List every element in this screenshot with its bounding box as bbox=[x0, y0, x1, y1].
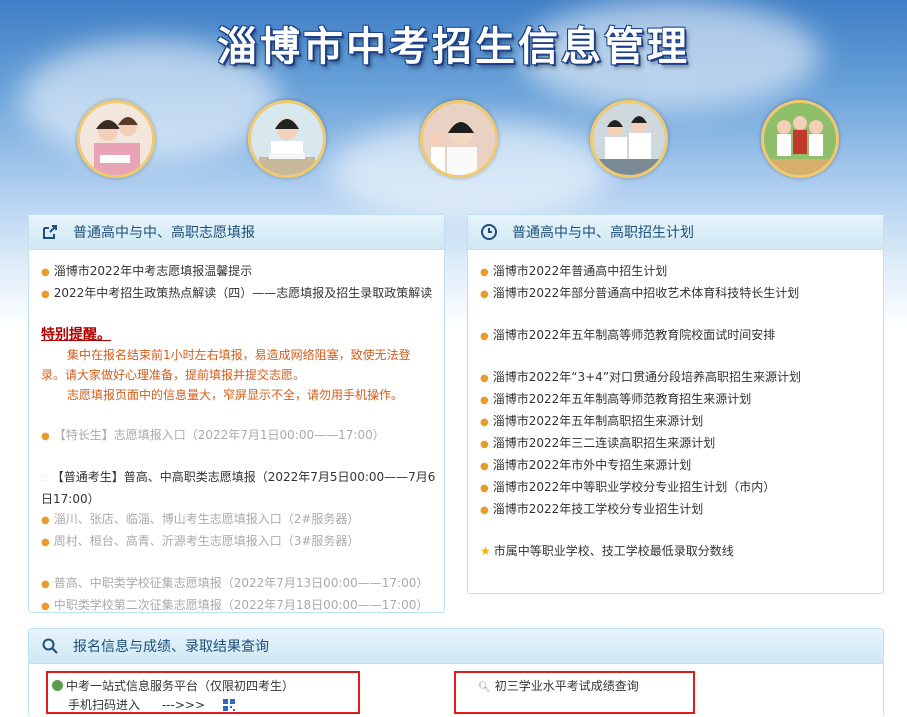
score-line-link[interactable]: ★ 市属中等职业学校、技工学校最低录取分数线 bbox=[480, 541, 871, 561]
list-item[interactable]: ● 淄博市2022年三二连读高职招生来源计划 bbox=[480, 433, 871, 455]
left-list: ● 淄博市2022年中考志愿填报温馨提示 ● 2022年中考招生政策热点解读（四）—… bbox=[41, 261, 436, 617]
student-photo-5 bbox=[761, 100, 839, 178]
list-item[interactable]: ● 淄博市2022年中等职业学校分专业招生计划（市内） bbox=[480, 477, 871, 499]
normal-entry-heading: :: 【普通考生】普高、中高职类志愿填报（2022年7月5日00:00——7月6 bbox=[41, 470, 436, 484]
list-item[interactable]: ● 淄博市2022年普通高中招生计划 bbox=[480, 261, 871, 283]
collect-link-1[interactable]: ● 普高、中职类学校征集志愿填报（2022年7月13日00:00——17:00） bbox=[41, 573, 432, 595]
platform-link[interactable]: 中考一站式信息服务平台（仅限初四考生） bbox=[52, 677, 294, 695]
enrollment-plan-panel: 普通高中与中、高职招生计划 ● 淄博市2022年普通高中招生计划 ● 淄博市2022… bbox=[467, 214, 884, 594]
list-item[interactable]: ● 淄博市2022年技工学校分专业招生计划 bbox=[480, 499, 871, 521]
list-item[interactable]: ● 2022年中考招生政策热点解读（四）——志愿填报及招生录取政策解读 bbox=[41, 283, 432, 305]
panel-header: 报名信息与成绩、录取结果查询 bbox=[29, 629, 883, 664]
page-title: 淄博市中考招生信息管理 bbox=[217, 23, 690, 70]
list-item[interactable]: ● 淄博市2022年中考志愿填报温馨提示 bbox=[41, 261, 432, 283]
clock-icon bbox=[480, 223, 498, 241]
list-item[interactable]: ● 淄博市2022年五年制高等师范教育院校面试时间安排 bbox=[480, 325, 871, 347]
student-photo-4 bbox=[590, 100, 668, 178]
list-item[interactable]: ● 淄博市2022年“3+4”对口贯通分段培养高职招生来源计划 bbox=[480, 367, 871, 389]
mobile-entry: 手机扫码进入 --->>> bbox=[68, 696, 235, 716]
notice-title: 特别提醒。 bbox=[41, 327, 111, 343]
student-photo-1 bbox=[77, 100, 155, 178]
collect-link-2[interactable]: ● 中职类学校第二次征集志愿填报（2022年7月18日00:00——17:00） bbox=[41, 595, 432, 617]
list-item[interactable]: ● 淄博市2022年市外中专招生来源计划 bbox=[480, 455, 871, 477]
notice-text: 集中在报名结束前1小时左右填报，易造成网络阻塞，致使无法登 bbox=[67, 348, 411, 362]
panel-title: 普通高中与中、高职志愿填报 bbox=[73, 225, 255, 241]
list-item[interactable]: ● 淄博市2022年五年制高等师范教育招生来源计划 bbox=[480, 389, 871, 411]
search-icon bbox=[41, 637, 59, 655]
list-item[interactable]: ● 淄博市2022年五年制高职招生来源计划 bbox=[480, 411, 871, 433]
panel-header: 普通高中与中、高职志愿填报 bbox=[29, 215, 444, 250]
list-item[interactable]: ● 淄博市2022年部分普通高中招收艺术体育科技特长生计划 bbox=[480, 283, 871, 305]
special-entry-link[interactable]: ● 【特长生】志愿填报入口（2022年7月1日00:00——17:00） bbox=[41, 425, 432, 447]
panel-header: 普通高中与中、高职招生计划 bbox=[468, 215, 883, 250]
panel-title: 报名信息与成绩、录取结果查询 bbox=[73, 639, 269, 655]
entry-link-server-3[interactable]: ● 周村、桓台、高青、沂源考生志愿填报入口（3#服务器） bbox=[41, 531, 432, 553]
student-photo-3 bbox=[420, 100, 498, 178]
notice-text: 录。请大家做好心理准备，提前填报并提交志愿。 bbox=[41, 368, 306, 382]
volunteer-fill-panel: 普通高中与中、高职志愿填报 ● 淄博市2022年中考志愿填报温馨提示 ● 2022年… bbox=[28, 214, 445, 613]
magnifier-icon: 🔍︎ bbox=[478, 682, 491, 693]
share-icon bbox=[41, 223, 59, 241]
entry-link-server-2[interactable]: ● 淄川、张店、临淄、博山考生志愿填报入口（2#服务器） bbox=[41, 509, 432, 531]
compass-icon bbox=[52, 680, 63, 691]
panel-title: 普通高中与中、高职招生计划 bbox=[512, 225, 694, 241]
star-icon: ★ bbox=[480, 544, 491, 558]
score-query-link[interactable]: 🔍︎ 初三学业水平考试成绩查询 bbox=[478, 677, 639, 697]
qrcode-icon[interactable] bbox=[222, 698, 235, 716]
student-photo-2 bbox=[248, 100, 326, 178]
notice-text: 志愿填报页面中的信息量大，窄屏显示不全，请勿用手机操作。 bbox=[67, 388, 404, 402]
normal-entry-heading: 日17:00） bbox=[41, 492, 100, 506]
right-list: ● 淄博市2022年普通高中招生计划 ● 淄博市2022年部分普通高中招收艺术体育科… bbox=[480, 261, 871, 561]
